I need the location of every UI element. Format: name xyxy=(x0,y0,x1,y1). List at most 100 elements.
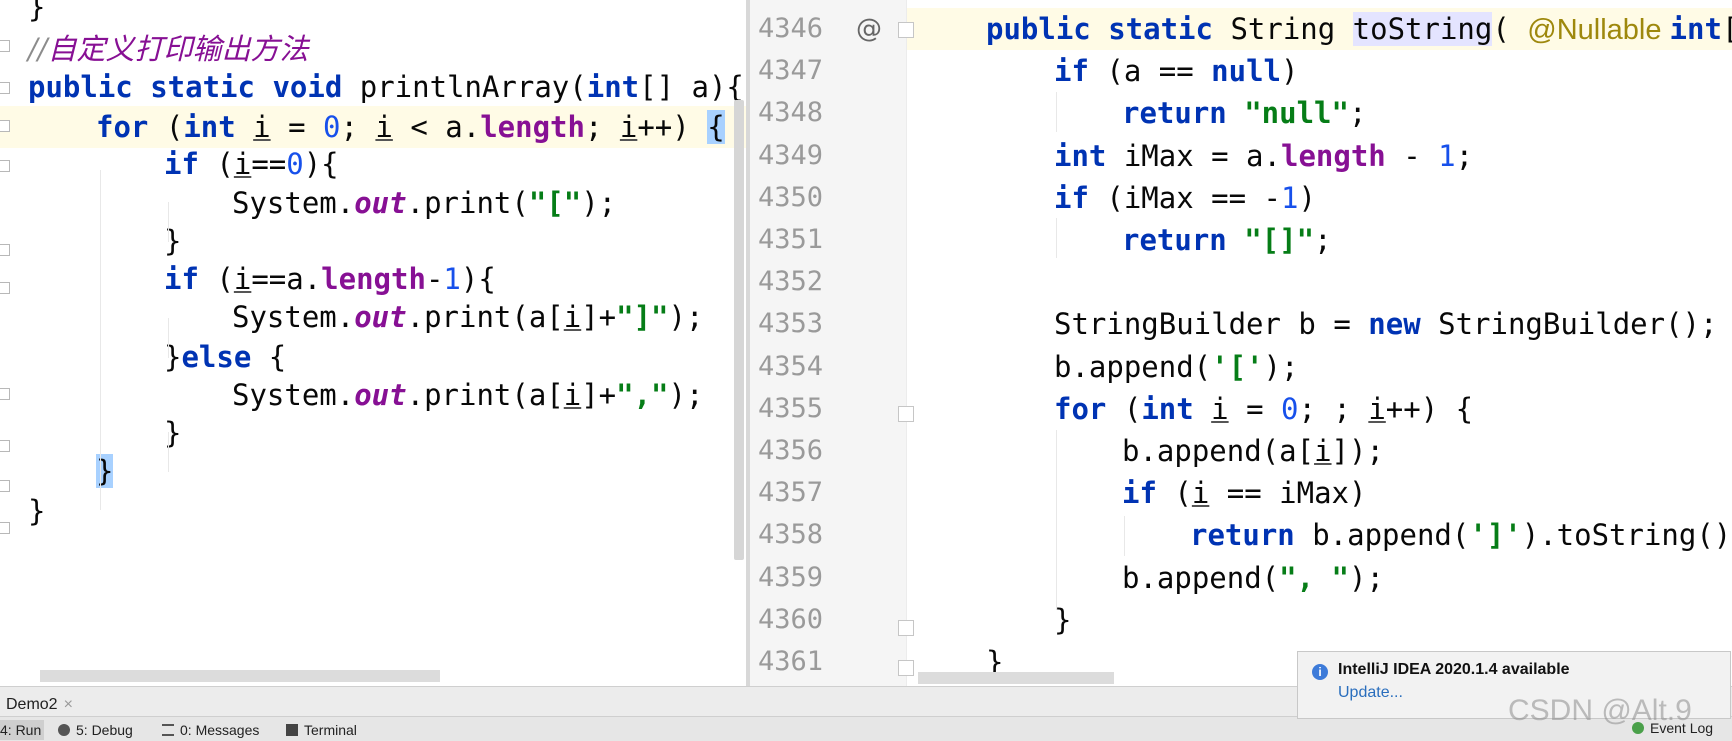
code-line-sb-decl[interactable]: StringBuilder b = new StringBuilder(); xyxy=(750,303,1732,345)
fold-marker[interactable] xyxy=(0,120,10,132)
tool-terminal[interactable]: Terminal xyxy=(286,720,357,740)
code-line-print-last[interactable]: System.out.print(a[i]+"]"); xyxy=(0,296,748,338)
token: StringBuilder(); xyxy=(1438,307,1718,341)
code-text: public static void printlnArray(int[] a)… xyxy=(28,66,744,108)
token: { xyxy=(268,340,287,374)
code-text: int iMax = a.length - 1; xyxy=(1054,135,1473,177)
token: System. xyxy=(232,378,355,412)
token: 自定义打印输出方法 xyxy=(47,32,309,66)
token: '[' xyxy=(1211,350,1264,384)
token: [] xyxy=(1722,12,1732,46)
token: ); xyxy=(668,378,704,412)
horizontal-scrollbar[interactable] xyxy=(40,670,440,682)
token: i xyxy=(1368,392,1386,426)
token: } xyxy=(164,416,182,450)
tool-label: 5: Debug xyxy=(76,722,133,738)
code-text: for (int i = 0; ; i++) { xyxy=(1054,388,1473,430)
code-line-append-sep[interactable]: b.append(", "); xyxy=(750,557,1732,599)
code-line-if-first-close[interactable]: } xyxy=(0,220,748,262)
token: ); xyxy=(1263,350,1299,384)
tool-debug[interactable]: 5: Debug xyxy=(58,720,133,740)
code-line-for-loop[interactable]: for (int i = 0; i < a.length; i++) { xyxy=(0,106,748,148)
tool-messages[interactable]: 0: Messages xyxy=(162,720,259,740)
code-line-print-open[interactable]: System.out.print("["); xyxy=(0,182,748,224)
left-editor-pane[interactable]: } //自定义打印输出方法 public static void printlnAr… xyxy=(0,0,748,686)
fold-marker[interactable] xyxy=(0,160,10,172)
code-text: if (i==a.length-1){ xyxy=(164,258,496,300)
code-text: } xyxy=(164,220,181,262)
code-line-return-empty[interactable]: return "[]"; xyxy=(750,219,1732,261)
token: ){ xyxy=(460,262,496,296)
token: } xyxy=(28,0,46,24)
code-text: b.append(", "); xyxy=(1122,557,1384,599)
tool-label: 0: Messages xyxy=(180,722,260,738)
code-line-append-open[interactable]: b.append('['); xyxy=(750,346,1732,388)
notification-title: IntelliJ IDEA 2020.1.4 available xyxy=(1338,661,1570,678)
token: ).toString(); xyxy=(1521,518,1732,552)
code-line-if-last-r[interactable]: if (i == iMax) xyxy=(750,472,1732,514)
token: int xyxy=(183,110,254,144)
token: String xyxy=(1230,12,1353,46)
code-line-comment[interactable]: //自定义打印输出方法 xyxy=(0,28,748,70)
code-line-else[interactable]: }else { xyxy=(0,336,748,378)
code-line-if-last[interactable]: if (i==a.length-1){ xyxy=(0,258,748,300)
token: "[" xyxy=(528,186,582,220)
code-text: } xyxy=(28,0,45,28)
token: 0 xyxy=(286,147,304,181)
right-editor-pane[interactable]: 4346 4347 4348 4349 4350 4351 4352 4353 4354 4355… xyxy=(750,0,1732,686)
run-tab-demo2[interactable]: Demo2 × xyxy=(6,696,73,714)
code-line-closing-brace-top[interactable]: } xyxy=(0,0,748,28)
horizontal-scrollbar[interactable] xyxy=(918,672,1114,684)
indent-guide xyxy=(168,202,169,242)
code-line-return-close[interactable]: return b.append(']').toString(); xyxy=(750,514,1732,556)
token: { xyxy=(707,110,725,144)
tool-label: Terminal xyxy=(304,722,357,738)
code-line-if-null[interactable]: if (a == null) xyxy=(750,50,1732,92)
close-icon[interactable]: × xyxy=(64,696,73,713)
code-line-if-first[interactable]: if (i==0){ xyxy=(0,143,748,185)
fold-marker[interactable] xyxy=(0,440,10,452)
token: b.append(a[ xyxy=(1122,434,1315,468)
code-line-print-comma[interactable]: System.out.print(a[i]+","); xyxy=(0,374,748,416)
token: 0 xyxy=(323,110,341,144)
tool-label: 4: Run xyxy=(0,722,42,738)
code-line-return-null[interactable]: return "null"; xyxy=(750,92,1732,134)
code-line-for-close-r[interactable]: } xyxy=(750,599,1732,641)
token: ; xyxy=(340,110,376,144)
code-line-if-imax[interactable]: if (iMax == -1) xyxy=(750,177,1732,219)
code-text: } xyxy=(96,450,114,492)
code-line-blank[interactable] xyxy=(750,261,1732,303)
token: == xyxy=(251,147,287,181)
token: 0 xyxy=(1281,392,1299,426)
fold-marker[interactable] xyxy=(0,40,10,52)
code-line-else-close[interactable]: } xyxy=(0,412,748,454)
fold-marker[interactable] xyxy=(0,244,10,256)
fold-marker[interactable] xyxy=(0,82,10,94)
update-link[interactable]: Update... xyxy=(1338,684,1403,702)
fold-marker[interactable] xyxy=(0,282,10,294)
tool-run[interactable]: 4: Run xyxy=(0,720,44,740)
fold-marker[interactable] xyxy=(0,480,10,492)
code-line-append-elem[interactable]: b.append(a[i]); xyxy=(750,430,1732,472)
fold-marker[interactable] xyxy=(0,388,10,400)
token: ; xyxy=(1314,223,1332,257)
indent-guide xyxy=(1124,516,1125,556)
code-text: b.append(a[i]); xyxy=(1122,430,1384,472)
token: return xyxy=(1122,223,1245,257)
token: "[]" xyxy=(1244,223,1315,257)
code-line-method-signature[interactable]: public static void printlnArray(int[] a)… xyxy=(0,66,748,108)
vertical-scrollbar[interactable] xyxy=(734,100,744,560)
token: ); xyxy=(668,300,704,334)
token: .print( xyxy=(406,186,529,220)
code-line-for-close[interactable]: } xyxy=(0,450,748,492)
token: int xyxy=(1141,392,1212,426)
code-line-method-close[interactable]: } xyxy=(0,490,748,532)
code-line-imax-decl[interactable]: int iMax = a.length - 1; xyxy=(750,135,1732,177)
token: ( xyxy=(216,147,234,181)
indent-guide xyxy=(168,318,169,358)
code-line-for-loop-r[interactable]: for (int i = 0; ; i++) { xyxy=(750,388,1732,430)
token: for xyxy=(96,110,166,144)
fold-marker[interactable] xyxy=(0,522,10,534)
code-line-tostring-signature[interactable]: public static String toString( @Nullable… xyxy=(750,8,1732,50)
token: int xyxy=(586,70,640,104)
